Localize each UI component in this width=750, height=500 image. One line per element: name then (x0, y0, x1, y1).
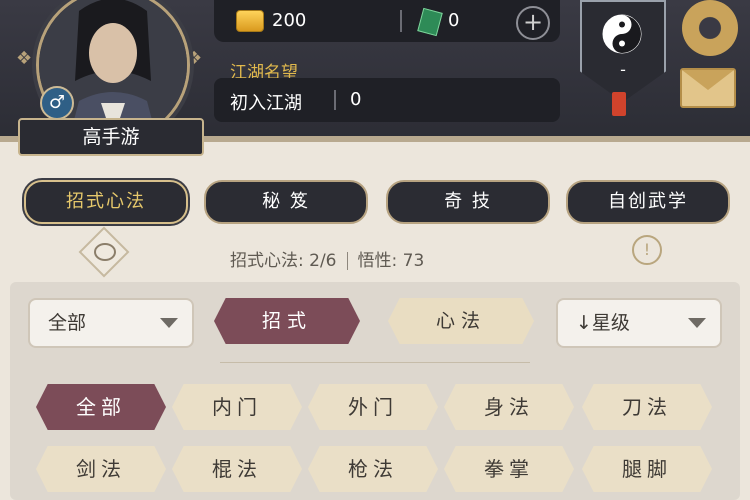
chevron-down-icon (688, 318, 706, 328)
player-name: 高手游 (18, 118, 204, 156)
category-staff[interactable]: 棍法 (172, 446, 302, 492)
category-saber[interactable]: 刀法 (582, 384, 712, 430)
type-moves-toggle[interactable]: 招式 (214, 298, 360, 344)
mail-envelope-icon[interactable] (680, 68, 736, 108)
chevron-down-icon (160, 318, 178, 328)
reputation-separator (334, 90, 336, 110)
tab-special-techniques[interactable]: 奇 技 (386, 180, 550, 224)
left-ornament-icon: ❖ (16, 48, 33, 69)
type-skills-toggle[interactable]: 心法 (388, 298, 534, 344)
insight-value: 悟性: 73 (357, 251, 425, 271)
tab-secret-manuals[interactable]: 秘 笈 (204, 180, 368, 224)
stats-line: 招式心法: 2/6 悟性: 73 (230, 246, 424, 271)
reputation-bar: 初入江湖 0 (214, 78, 560, 122)
sect-value: - (620, 60, 626, 79)
jade-amount: 0 (448, 10, 460, 31)
category-spear[interactable]: 枪法 (308, 446, 438, 492)
reputation-value: 0 (350, 89, 362, 110)
range-dropdown-label: 全部 (48, 312, 87, 334)
category-outer-sect[interactable]: 外门 (308, 384, 438, 430)
filter-divider (220, 362, 530, 363)
moves-count: 招式心法: 2/6 (230, 251, 337, 271)
sort-dropdown[interactable]: ↓星级 (556, 298, 722, 348)
gold-amount: 200 (272, 10, 307, 31)
info-icon[interactable]: ! (632, 235, 662, 265)
gender-male-icon: ♂ (40, 86, 74, 120)
tab-moves-skills[interactable]: 招式心法 (24, 180, 188, 224)
add-currency-button[interactable]: + (516, 6, 550, 40)
category-sword[interactable]: 剑法 (36, 446, 166, 492)
category-all[interactable]: 全部 (36, 384, 166, 430)
currency-bar: 200 0 + (214, 0, 560, 42)
sort-dropdown-label: ↓星级 (576, 312, 630, 334)
gold-ingot-icon (236, 10, 264, 32)
view-toggle-button[interactable] (78, 226, 130, 278)
eye-icon (94, 243, 116, 261)
range-dropdown[interactable]: 全部 (28, 298, 194, 348)
settings-gear-icon[interactable] (682, 0, 738, 56)
tab-custom-martial-arts[interactable]: 自创武学 (566, 180, 730, 224)
tassel-icon (612, 92, 626, 116)
currency-separator (400, 10, 402, 32)
taiji-icon (602, 14, 642, 54)
category-fist-palm[interactable]: 拳掌 (444, 446, 574, 492)
category-leg-kick[interactable]: 腿脚 (582, 446, 712, 492)
reputation-rank: 初入江湖 (230, 93, 302, 114)
category-movement[interactable]: 身法 (444, 384, 574, 430)
stats-separator (346, 252, 348, 270)
category-inner-sect[interactable]: 内门 (172, 384, 302, 430)
jade-ticket-icon (417, 7, 443, 37)
